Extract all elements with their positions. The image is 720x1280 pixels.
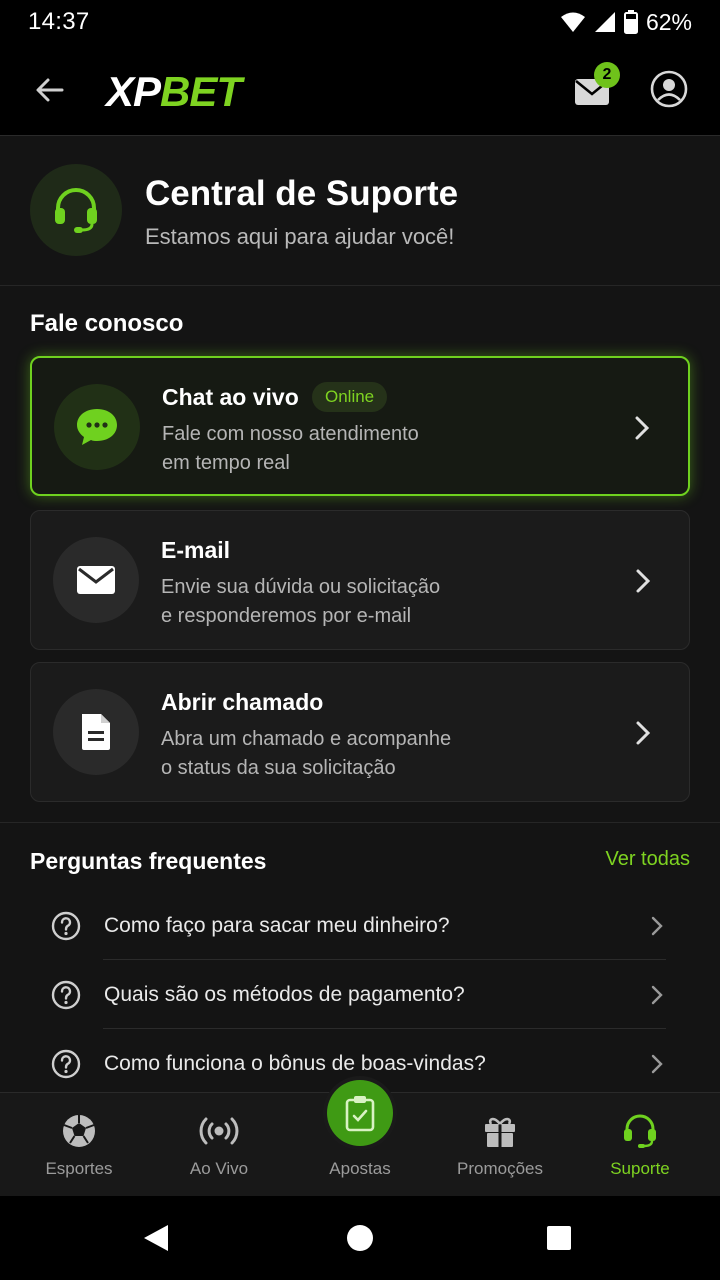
battery-icon xyxy=(623,10,638,34)
nav-item-promocoes[interactable]: Promoções xyxy=(430,1093,570,1197)
card-title: Abrir chamado xyxy=(161,689,324,715)
faq-question: Quais são os métodos de pagamento? xyxy=(104,983,465,1006)
chevron-right-icon xyxy=(651,1054,663,1074)
status-time: 14:37 xyxy=(28,8,90,35)
nav-item-esportes[interactable]: Esportes xyxy=(9,1093,149,1197)
chevron-right-icon xyxy=(636,569,651,593)
faq-item[interactable]: Quais são os métodos de pagamento? xyxy=(50,961,670,1029)
nav-label: Suporte xyxy=(610,1159,670,1178)
see-all-faq-link[interactable]: Ver todas xyxy=(605,848,690,871)
card-description: Abra um chamado e acompanhe o status da … xyxy=(161,728,452,779)
system-recents-icon[interactable] xyxy=(546,1225,572,1251)
headset-icon xyxy=(620,1111,660,1151)
document-icon xyxy=(53,689,139,775)
faq-divider xyxy=(103,1028,666,1029)
open-ticket-card[interactable]: Abrir chamado Abra um chamado e acompanh… xyxy=(30,662,690,802)
page-title: Central de Suporte xyxy=(145,174,459,213)
system-navigation-bar xyxy=(0,1196,720,1280)
xpbet-logo[interactable]: XPBET xyxy=(106,68,242,116)
live-broadcast-icon xyxy=(199,1111,239,1151)
faq-question: Como faço para sacar meu dinheiro? xyxy=(104,914,450,937)
hero-headset-icon xyxy=(30,164,122,256)
nav-item-ao-vivo[interactable]: Ao Vivo xyxy=(149,1093,289,1197)
battery-percent: 62% xyxy=(645,8,692,35)
nav-label: Ao Vivo xyxy=(189,1159,249,1178)
page-subtitle: Estamos aqui para ajudar você! xyxy=(145,224,455,249)
question-circle-icon xyxy=(51,1049,81,1079)
nav-item-suporte[interactable]: Suporte xyxy=(570,1093,710,1197)
bet-slip-fab[interactable] xyxy=(327,1080,393,1146)
nav-label: Esportes xyxy=(45,1159,113,1178)
email-card[interactable]: E-mail Envie sua dúvida ou solicitação e… xyxy=(30,510,690,650)
support-hero: Central de Suporte Estamos aqui para aju… xyxy=(0,136,720,286)
online-status-badge: Online xyxy=(312,382,388,412)
card-title: E-mail xyxy=(161,537,231,563)
cell-signal-icon xyxy=(594,12,615,32)
question-circle-icon xyxy=(51,911,81,941)
section-divider xyxy=(0,822,720,823)
wifi-icon xyxy=(560,12,585,32)
card-title: Chat ao vivo xyxy=(162,384,299,410)
status-icons: 62% xyxy=(560,9,692,36)
chevron-right-icon xyxy=(636,721,651,745)
system-home-icon[interactable] xyxy=(346,1224,374,1252)
contact-section-title: Fale conosco xyxy=(30,310,184,337)
card-description: Envie sua dúvida ou solicitação e respon… xyxy=(161,576,441,627)
messages-count-badge: 2 xyxy=(594,62,620,88)
gift-icon xyxy=(480,1111,520,1151)
nav-label: Promoções xyxy=(457,1159,543,1178)
soccer-ball-icon xyxy=(59,1111,99,1151)
back-arrow-icon[interactable] xyxy=(32,72,68,108)
profile-icon[interactable] xyxy=(650,70,688,108)
app-header: XPBET 2 xyxy=(0,44,720,136)
status-bar: 14:37 62% xyxy=(0,0,720,44)
question-circle-icon xyxy=(51,980,81,1010)
chevron-right-icon xyxy=(635,416,650,440)
faq-divider xyxy=(103,959,666,960)
nav-label: Apostas xyxy=(329,1159,391,1178)
faq-question: Como funciona o bônus de boas-vindas? xyxy=(104,1052,486,1075)
bet-slip-icon xyxy=(345,1096,375,1132)
live-chat-card[interactable]: Chat ao vivo Online Fale com nosso atend… xyxy=(30,356,690,496)
envelope-icon xyxy=(53,537,139,623)
chevron-right-icon xyxy=(651,916,663,936)
system-back-icon[interactable] xyxy=(142,1223,170,1253)
faq-section-title: Perguntas frequentes xyxy=(30,848,267,874)
card-description: Fale com nosso atendimento em tempo real xyxy=(162,423,419,474)
chat-bubble-icon xyxy=(54,384,140,470)
chevron-right-icon xyxy=(651,985,663,1005)
faq-item[interactable]: Como faço para sacar meu dinheiro? xyxy=(50,892,670,960)
